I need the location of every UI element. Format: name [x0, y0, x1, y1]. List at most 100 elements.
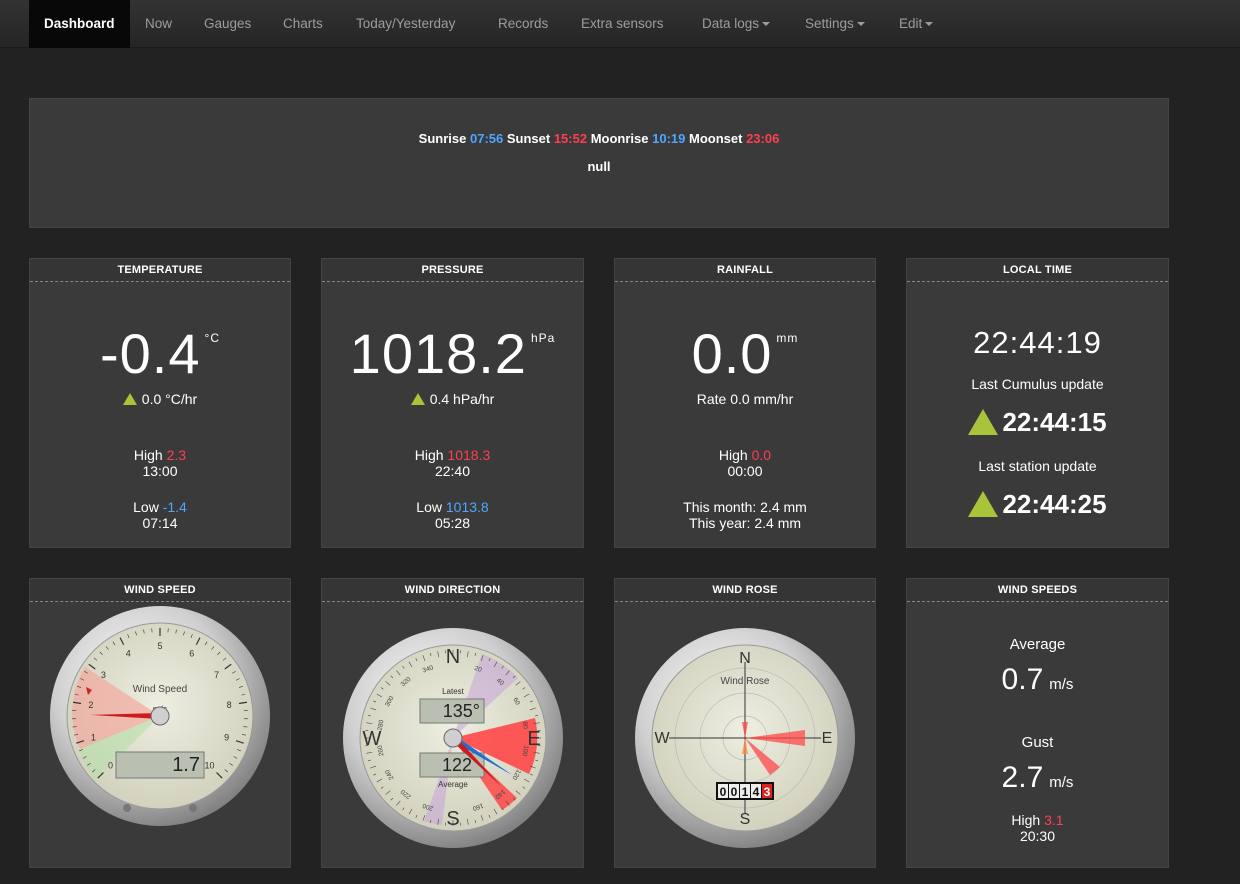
astro-times: Sunrise 07:56 Sunset 15:52 Moonrise 10:1… [30, 131, 1168, 146]
temperature-unit: °C [204, 331, 220, 345]
nav-now[interactable]: Now [130, 0, 187, 48]
chevron-down-icon [856, 22, 865, 27]
temperature-trend-text: 0.0 °C/hr [141, 391, 198, 407]
latest-value: 135° [443, 701, 480, 721]
odometer-digit: 0 [731, 785, 738, 799]
nav-edit[interactable]: Edit [884, 0, 948, 48]
pressure-high-time: 22:40 [434, 463, 471, 479]
wind-speed-card: WIND SPEED 012345678910 Wind Speed m/s 1… [29, 578, 291, 868]
wind-rose-card: WIND ROSE N E S W Wind Rose 0 0 1 4 3 [614, 578, 876, 868]
top-navbar: Dashboard Now Gauges Charts Today/Yester… [0, 0, 1240, 48]
station-update: 22:44:25 [907, 489, 1168, 520]
odometer-digit: 4 [753, 785, 760, 799]
pressure-card: PRESSURE 1018.2 hPa 0.4 hPa/hr High 1018.… [321, 258, 584, 548]
card-title: TEMPERATURE [30, 259, 290, 282]
wind-speed-gauge: 012345678910 Wind Speed m/s 1.7 [50, 606, 270, 826]
gauge-tick-label: 4 [126, 649, 131, 659]
pressure-number: 1018.2 [349, 322, 527, 385]
high-value: 0.0 [751, 447, 772, 463]
local-time-value: 22:44:19 [973, 325, 1102, 360]
nav-settings[interactable]: Settings [790, 0, 880, 48]
odometer: 0 0 1 4 3 [716, 782, 774, 800]
chevron-down-icon [762, 22, 771, 27]
high-label: High [414, 447, 444, 463]
nav-gauges[interactable]: Gauges [189, 0, 266, 48]
pressure-low: Low 1013.8 [322, 499, 583, 515]
high-value: 3.1 [1044, 812, 1064, 828]
cardinal-n: N [446, 646, 460, 668]
gauge-title: Wind Speed [133, 684, 187, 695]
moonrise-time: 10:19 [652, 131, 686, 146]
average-value: 122 [442, 755, 472, 775]
local-time-card: LOCAL TIME 22:44:19 Last Cumulus update … [906, 258, 1169, 548]
rainfall-card: RAINFALL 0.0 mm Rate 0.0 mm/hr High 0.0 0… [614, 258, 876, 548]
wind-speeds-card: WIND SPEEDS Average 0.7 m/s Gust 2.7 m/s H… [906, 578, 1169, 868]
gauge-tick-label: 1 [91, 733, 96, 743]
gust-label: Gust [1021, 734, 1054, 751]
cardinal-e: E [527, 728, 540, 750]
moonset-time: 23:06 [746, 131, 780, 146]
pressure-unit: hPa [530, 331, 556, 345]
average-unit: m/s [1049, 676, 1074, 693]
rainfall-number: 0.0 [691, 322, 773, 385]
station-update-label: Last station update [978, 458, 1097, 474]
led-icon [189, 804, 197, 812]
odometer-digit: 0 [720, 785, 727, 799]
wind-rose-gauge: N E S W Wind Rose 0 0 1 4 3 [635, 628, 855, 848]
card-title: LOCAL TIME [907, 259, 1168, 282]
nav-edit-label: Edit [899, 16, 923, 31]
trend-up-icon [968, 491, 999, 517]
card-title: PRESSURE [322, 259, 583, 282]
pressure-trend-text: 0.4 hPa/hr [429, 391, 495, 407]
trend-up-icon [968, 409, 999, 435]
station-update-time: 22:44:25 [1002, 489, 1107, 519]
sunrise-label: Sunrise [418, 131, 467, 146]
high-value: 2.3 [166, 447, 187, 463]
average-speed: 0.7 m/s [907, 663, 1168, 697]
astro-note: null [587, 159, 611, 174]
nav-charts[interactable]: Charts [268, 0, 338, 48]
nav-extra-sensors[interactable]: Extra sensors [566, 0, 679, 48]
temperature-high-time: 13:00 [142, 463, 178, 479]
gauge-tick-label: 7 [214, 670, 219, 680]
rainfall-unit: mm [776, 331, 799, 345]
high-value: 1018.3 [447, 447, 491, 463]
low-value: 1013.8 [445, 499, 489, 515]
temperature-number: -0.4 [100, 322, 201, 385]
average-value: 0.7 [1001, 663, 1044, 696]
gust-high: High 3.1 [907, 812, 1168, 828]
sunset-label: Sunset [506, 131, 551, 146]
gauge-tick-label: 5 [157, 641, 162, 651]
cardinal-e: E [822, 730, 833, 747]
wind-direction-card: WIND DIRECTION 20 40 60 80 100 120 140 160 200 22… [321, 578, 584, 868]
nav-today-yesterday[interactable]: Today/Yesterday [341, 0, 470, 48]
high-label: High [133, 447, 163, 463]
temperature-card: TEMPERATURE -0.4 °C 0.0 °C/hr High 2.3 13… [29, 258, 291, 548]
sunrise-time: 07:56 [469, 131, 504, 146]
temperature-trend: 0.0 °C/hr [30, 391, 290, 407]
card-title: WIND ROSE [615, 579, 875, 602]
gauge-tick-label: 0 [108, 760, 113, 770]
nav-settings-label: Settings [805, 16, 854, 31]
astro-panel: Sunrise 07:56 Sunset 15:52 Moonrise 10:1… [29, 98, 1169, 228]
card-title: WIND SPEED [30, 579, 290, 602]
nav-data-logs[interactable]: Data logs [687, 0, 785, 48]
gauge-tick-label: 6 [189, 649, 194, 659]
rainfall-rate: Rate 0.0 mm/hr [696, 391, 794, 407]
average-label: Average [438, 780, 468, 789]
gust-speed: 2.7 m/s [907, 761, 1168, 795]
cumulus-update: 22:44:15 [907, 407, 1168, 438]
card-title: WIND SPEEDS [907, 579, 1168, 602]
wind-direction-gauge: 2040608010012014016020022024026028030032… [343, 628, 563, 848]
nav-dashboard[interactable]: Dashboard [29, 0, 130, 48]
rainfall-high-time: 00:00 [727, 463, 763, 479]
rainfall-year: This year: 2.4 mm [688, 515, 802, 531]
cumulus-update-time: 22:44:15 [1002, 407, 1107, 437]
nav-records[interactable]: Records [483, 0, 563, 48]
gauge-tick-label: 8 [227, 700, 232, 710]
rainfall-high: High 0.0 [615, 447, 875, 463]
odometer-digit: 3 [764, 785, 771, 799]
latest-label: Latest [442, 687, 465, 696]
gauge-tick-label: 3 [101, 670, 106, 680]
low-label: Low [133, 499, 159, 515]
